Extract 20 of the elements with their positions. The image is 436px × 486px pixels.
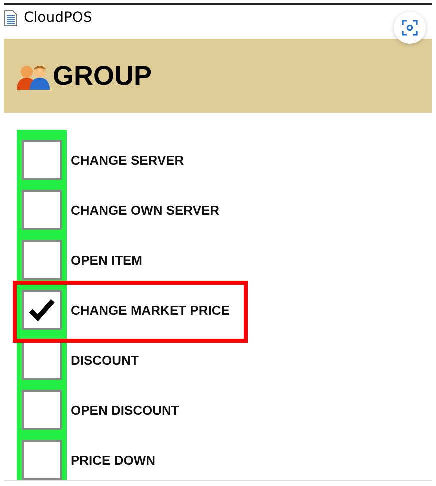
- permission-label: PRICE DOWN: [71, 452, 156, 468]
- checkbox[interactable]: [22, 190, 62, 230]
- checkbox[interactable]: [22, 140, 62, 180]
- checkbox[interactable]: [22, 440, 62, 480]
- permission-label: OPEN ITEM: [71, 252, 143, 268]
- permission-label: DISCOUNT: [71, 352, 139, 368]
- checkbox[interactable]: [22, 240, 62, 280]
- checkmark-icon: [28, 298, 56, 322]
- permission-label: OPEN DISCOUNT: [71, 402, 180, 418]
- permission-label: CHANGE SERVER: [71, 152, 184, 168]
- window-title: CloudPOS: [24, 10, 92, 26]
- checkbox[interactable]: [22, 340, 62, 380]
- document-icon: [4, 10, 18, 27]
- permission-label: CHANGE MARKET PRICE: [71, 302, 230, 318]
- checkbox[interactable]: [22, 390, 62, 430]
- page-title: GROUP: [53, 60, 152, 92]
- screen-capture-icon: [401, 19, 419, 37]
- checkbox[interactable]: [22, 290, 62, 330]
- screen-capture-button[interactable]: [394, 12, 426, 44]
- permission-label: CHANGE OWN SERVER: [71, 202, 220, 218]
